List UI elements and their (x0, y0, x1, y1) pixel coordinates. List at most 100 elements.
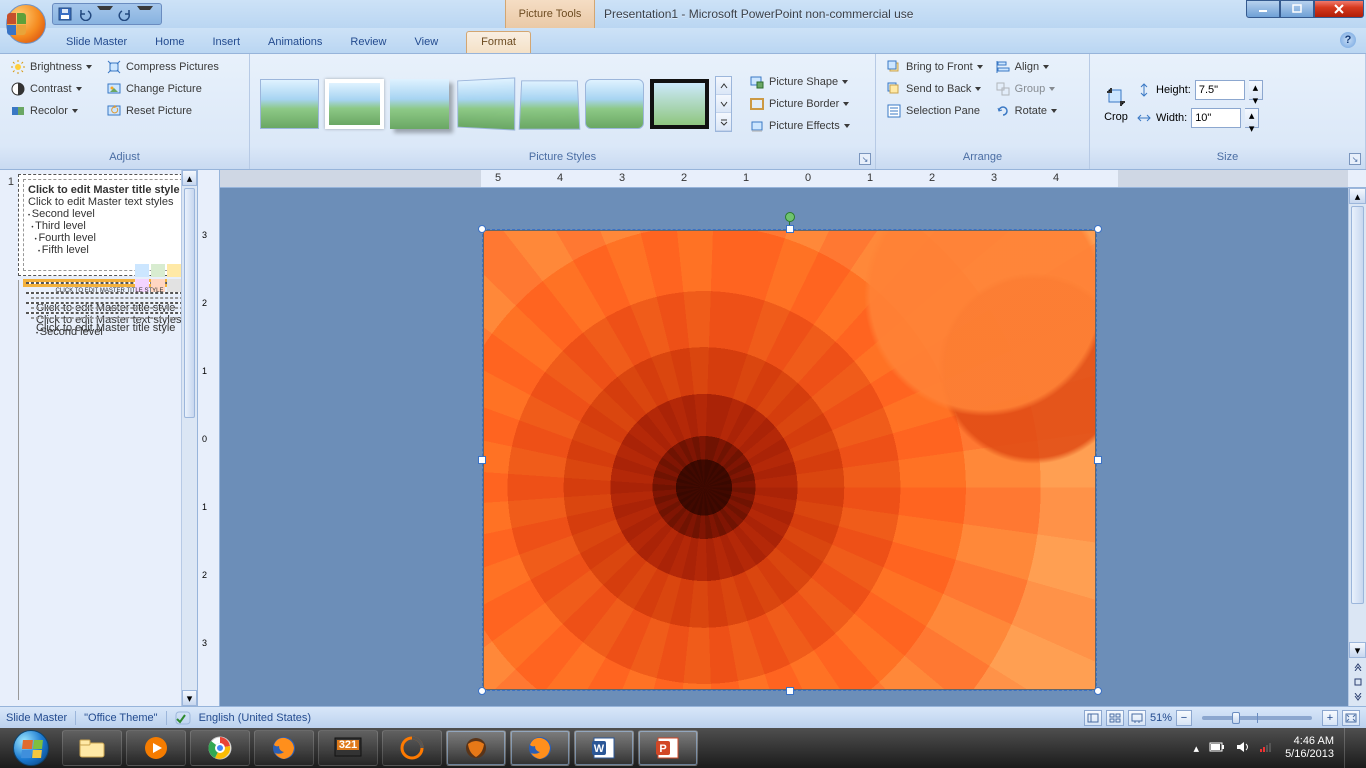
handle-mr[interactable] (1094, 456, 1102, 464)
status-language[interactable]: English (United States) (199, 712, 312, 724)
zoom-out-button[interactable]: − (1176, 710, 1192, 726)
selection-pane-button[interactable]: Selection Pane (882, 101, 987, 121)
handle-tl[interactable] (478, 225, 486, 233)
style-thumb-1[interactable] (260, 79, 319, 129)
zoom-percent[interactable]: 51% (1150, 712, 1172, 724)
styles-launcher[interactable]: ↘ (859, 153, 871, 165)
task-chrome[interactable] (190, 730, 250, 766)
picture-shape-button[interactable]: Picture Shape (745, 72, 854, 92)
office-button[interactable] (6, 4, 46, 44)
style-thumb-6[interactable] (585, 79, 644, 129)
volume-icon[interactable] (1235, 740, 1249, 757)
rotate-button[interactable]: Rotate (991, 101, 1061, 121)
compress-pictures-button[interactable]: Compress Pictures (102, 57, 223, 77)
contrast-button[interactable]: Contrast (6, 79, 96, 99)
task-media-classic[interactable]: 321 (318, 730, 378, 766)
tab-insert[interactable]: Insert (198, 32, 254, 53)
zoom-slider[interactable] (1202, 716, 1312, 720)
tray-arrow-icon[interactable]: ▴ (1194, 742, 1200, 755)
layout-thumb-5[interactable]: Click to edit Master title style (26, 312, 193, 314)
prev-slide-button[interactable] (1349, 658, 1366, 674)
style-thumb-5[interactable] (519, 80, 581, 129)
group-button[interactable]: Group (991, 79, 1061, 99)
editor-scroll-down[interactable]: ▾ (1349, 642, 1366, 658)
picture-effects-button[interactable]: Picture Effects (745, 116, 854, 136)
close-button[interactable] (1314, 0, 1364, 18)
size-launcher[interactable]: ↘ (1349, 153, 1361, 165)
style-thumb-3[interactable] (390, 79, 449, 129)
slide-canvas[interactable]: ▴ ▾ (220, 188, 1366, 706)
send-to-back-button[interactable]: Send to Back (882, 79, 987, 99)
style-thumb-7[interactable] (650, 79, 709, 129)
battery-icon[interactable] (1209, 741, 1225, 756)
start-button[interactable] (4, 728, 58, 768)
task-browser-active[interactable] (446, 730, 506, 766)
style-thumb-2[interactable] (325, 79, 384, 129)
layout-thumb-4[interactable]: CLICK TO EDIT MASTER TITLE STYLE (26, 302, 193, 304)
bring-to-front-button[interactable]: Bring to Front (882, 57, 987, 77)
qat-customize[interactable] (137, 6, 153, 22)
editor-scroll-up[interactable]: ▴ (1349, 188, 1366, 204)
task-media-player[interactable] (126, 730, 186, 766)
system-clock[interactable]: 4:46 AM 5/16/2013 (1285, 735, 1334, 761)
show-desktop-button[interactable] (1344, 728, 1358, 768)
panel-scroll-down[interactable]: ▾ (182, 690, 197, 706)
task-explorer[interactable] (62, 730, 122, 766)
browse-object-button[interactable] (1349, 674, 1366, 690)
fit-to-window-button[interactable] (1342, 710, 1360, 726)
handle-tc[interactable] (786, 225, 794, 233)
sorter-view-button[interactable] (1106, 710, 1124, 726)
tab-animations[interactable]: Animations (254, 32, 336, 53)
editor-vertical-scrollbar[interactable]: ▴ ▾ (1348, 188, 1366, 706)
handle-bc[interactable] (786, 687, 794, 695)
help-button[interactable]: ? (1340, 32, 1356, 48)
task-word[interactable]: W (574, 730, 634, 766)
task-powerpoint[interactable]: P (638, 730, 698, 766)
picture-border-button[interactable]: Picture Border (745, 94, 854, 114)
panel-scrollbar[interactable]: ▴ ▾ (181, 170, 197, 706)
save-icon[interactable] (57, 6, 73, 22)
tab-review[interactable]: Review (336, 32, 400, 53)
gallery-up[interactable] (716, 77, 731, 95)
task-firefox-2[interactable] (510, 730, 570, 766)
slideshow-view-button[interactable] (1128, 710, 1146, 726)
width-spinner[interactable]: ▴▾ (1245, 108, 1259, 128)
undo-dropdown[interactable] (97, 6, 113, 22)
recolor-button[interactable]: Recolor (6, 101, 96, 121)
network-icon[interactable] (1259, 741, 1275, 756)
minimize-button[interactable] (1246, 0, 1280, 18)
change-picture-button[interactable]: Change Picture (102, 79, 223, 99)
align-button[interactable]: Align (991, 57, 1061, 77)
handle-tr[interactable] (1094, 225, 1102, 233)
handle-bl[interactable] (478, 687, 486, 695)
brightness-button[interactable]: Brightness (6, 57, 96, 77)
handle-br[interactable] (1094, 687, 1102, 695)
master-thumb[interactable]: Click to edit Master title style Click t… (18, 174, 193, 276)
panel-scroll-thumb[interactable] (184, 188, 195, 418)
maximize-button[interactable] (1280, 0, 1314, 18)
crop-button[interactable]: Crop (1096, 83, 1136, 125)
style-thumb-4[interactable] (457, 77, 515, 130)
undo-icon[interactable] (77, 6, 93, 22)
tab-slide-master[interactable]: Slide Master (52, 32, 141, 53)
reset-picture-button[interactable]: Reset Picture (102, 101, 223, 121)
rotate-handle[interactable] (785, 212, 795, 222)
panel-scroll-up[interactable]: ▴ (182, 170, 197, 186)
height-input[interactable] (1195, 80, 1245, 100)
width-input[interactable] (1191, 108, 1241, 128)
task-firefox-1[interactable] (254, 730, 314, 766)
handle-ml[interactable] (478, 456, 486, 464)
tab-home[interactable]: Home (141, 32, 198, 53)
task-octoshape[interactable] (382, 730, 442, 766)
tab-format[interactable]: Format (466, 31, 531, 53)
normal-view-button[interactable] (1084, 710, 1102, 726)
editor-scroll-thumb[interactable] (1351, 206, 1364, 604)
gallery-more[interactable] (716, 113, 731, 131)
zoom-in-button[interactable]: + (1322, 710, 1338, 726)
next-slide-button[interactable] (1349, 690, 1366, 706)
redo-icon[interactable] (117, 6, 133, 22)
spellcheck-icon[interactable] (175, 711, 191, 725)
gallery-down[interactable] (716, 95, 731, 113)
height-spinner[interactable]: ▴▾ (1249, 80, 1263, 100)
tab-view[interactable]: View (401, 32, 453, 53)
